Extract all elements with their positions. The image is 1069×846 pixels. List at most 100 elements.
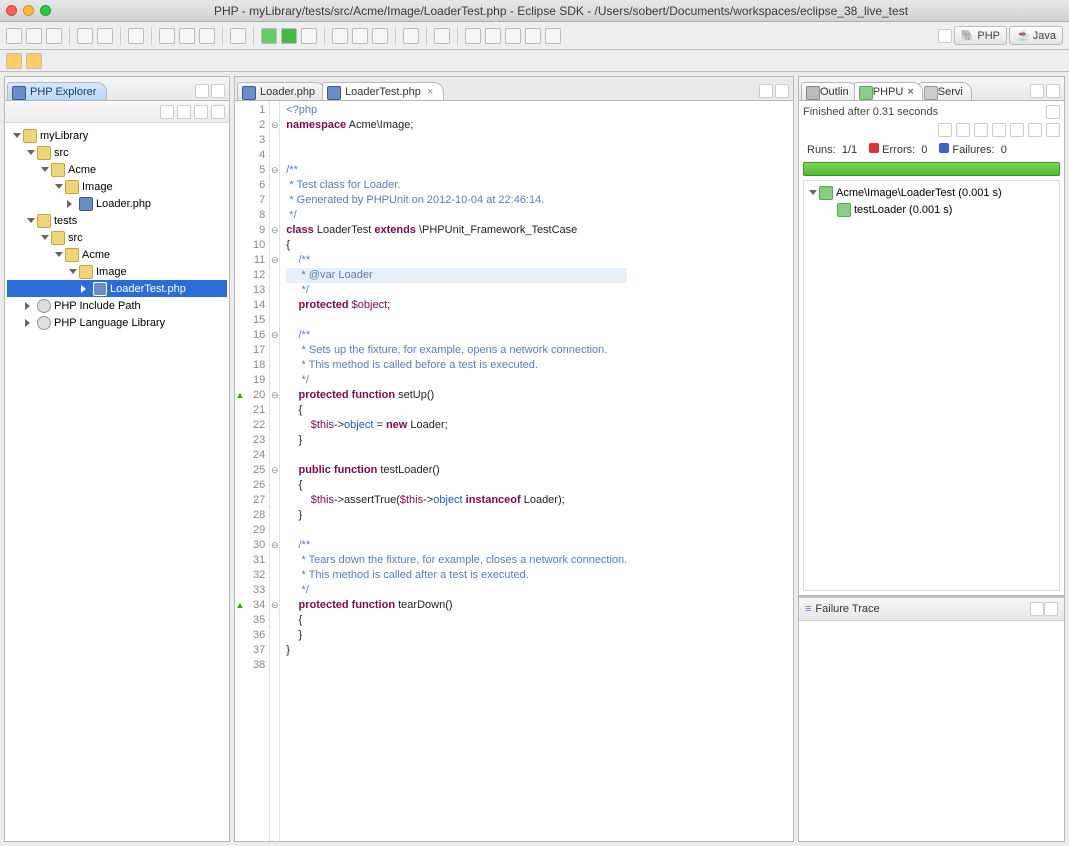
results-toolbar bbox=[803, 123, 1060, 137]
collapse-all-icon[interactable] bbox=[160, 105, 174, 119]
task3-icon[interactable] bbox=[505, 28, 521, 44]
wand-icon[interactable] bbox=[372, 28, 388, 44]
minimize-window-icon[interactable] bbox=[23, 5, 34, 16]
run-icon[interactable] bbox=[281, 28, 297, 44]
filter-trace-icon[interactable] bbox=[1044, 602, 1058, 616]
zoom-window-icon[interactable] bbox=[40, 5, 51, 16]
tree-include-path[interactable]: PHP Include Path bbox=[7, 297, 227, 314]
scroll-lock-icon[interactable] bbox=[1028, 123, 1042, 137]
filter-icon[interactable] bbox=[194, 105, 208, 119]
php-file-icon bbox=[242, 86, 256, 100]
coverage-icon[interactable] bbox=[199, 28, 215, 44]
tree-file-loader[interactable]: Loader.php bbox=[7, 195, 227, 212]
failure-trace-panel: ≡ Failure Trace bbox=[798, 596, 1065, 842]
link-editor-icon[interactable] bbox=[177, 105, 191, 119]
results-tree[interactable]: Acme\Image\LoaderTest (0.001 s) testLoad… bbox=[803, 180, 1060, 591]
tree-folder-tests-src[interactable]: src bbox=[7, 229, 227, 246]
window-controls bbox=[6, 5, 51, 16]
forward-icon[interactable] bbox=[26, 53, 42, 69]
folder-icon bbox=[37, 146, 51, 160]
test-pass-icon bbox=[837, 203, 851, 217]
explorer-toolbar bbox=[5, 101, 229, 123]
close-window-icon[interactable] bbox=[6, 5, 17, 16]
error-icon bbox=[869, 143, 879, 153]
tree-folder-tests-acme[interactable]: Acme bbox=[7, 246, 227, 263]
result-suite[interactable]: Acme\Image\LoaderTest (0.001 s) bbox=[807, 184, 1056, 201]
tree-folder-acme[interactable]: Acme bbox=[7, 161, 227, 178]
tree-folder-src[interactable]: src bbox=[7, 144, 227, 161]
explorer-tree[interactable]: myLibrary src Acme Image Loader.php test… bbox=[5, 123, 229, 841]
trace-icon: ≡ bbox=[805, 603, 811, 615]
tree-folder-tests[interactable]: tests bbox=[7, 212, 227, 229]
tree-language-library[interactable]: PHP Language Library bbox=[7, 314, 227, 331]
view-menu-icon[interactable] bbox=[1046, 105, 1060, 119]
pin-icon[interactable] bbox=[1010, 123, 1024, 137]
bug-icon[interactable] bbox=[159, 28, 175, 44]
debug-icon[interactable] bbox=[97, 28, 113, 44]
close-tab-icon[interactable]: × bbox=[427, 86, 433, 98]
task5-icon[interactable] bbox=[545, 28, 561, 44]
minimize-editor-icon[interactable] bbox=[759, 84, 773, 98]
editor-tab-loader[interactable]: Loader.php bbox=[237, 82, 326, 100]
close-view-icon[interactable]: × bbox=[907, 86, 913, 98]
tree-folder-tests-image[interactable]: Image bbox=[7, 263, 227, 280]
include-path-icon bbox=[37, 299, 51, 313]
outline-icon[interactable] bbox=[434, 28, 450, 44]
task2-icon[interactable] bbox=[485, 28, 501, 44]
minimize-view-icon[interactable] bbox=[1030, 84, 1044, 98]
code-editor[interactable]: ▲▲ 1234567891011121314151617181920212223… bbox=[235, 101, 793, 841]
compare-icon[interactable] bbox=[1030, 602, 1044, 616]
maximize-editor-icon[interactable] bbox=[775, 84, 789, 98]
save-icon[interactable] bbox=[26, 28, 42, 44]
phpunit-icon bbox=[859, 86, 873, 100]
phpunit-panel: Outlin PHPU× Servi Finished after 0.31 s… bbox=[798, 76, 1065, 596]
minimize-view-icon[interactable] bbox=[195, 84, 209, 98]
result-test[interactable]: testLoader (0.001 s) bbox=[807, 201, 1056, 218]
task4-icon[interactable] bbox=[525, 28, 541, 44]
test-status: Finished after 0.31 seconds bbox=[803, 106, 938, 118]
rerun-icon[interactable] bbox=[938, 123, 952, 137]
folder-icon bbox=[65, 180, 79, 194]
tab-phpunit[interactable]: PHPU× bbox=[854, 82, 923, 100]
editor-tab-loadertest[interactable]: LoaderTest.php× bbox=[322, 82, 444, 100]
open-folder-icon[interactable] bbox=[332, 28, 348, 44]
perspective-java[interactable]: ☕ Java bbox=[1009, 26, 1063, 45]
rerun-failed-icon[interactable] bbox=[956, 123, 970, 137]
stop-icon[interactable] bbox=[974, 123, 988, 137]
maximize-view-icon[interactable] bbox=[211, 84, 225, 98]
search-icon[interactable] bbox=[403, 28, 419, 44]
open-perspective-icon[interactable] bbox=[938, 29, 952, 43]
php-explorer-label: PHP Explorer bbox=[30, 86, 96, 98]
run-last-icon[interactable] bbox=[301, 28, 317, 44]
folder-icon bbox=[79, 265, 93, 279]
tree-folder-image[interactable]: Image bbox=[7, 178, 227, 195]
new-icon[interactable] bbox=[6, 28, 22, 44]
external-icon[interactable] bbox=[230, 28, 246, 44]
folder-icon bbox=[37, 214, 51, 228]
perspective-php[interactable]: 🐘 PHP bbox=[954, 26, 1007, 45]
php-file-icon bbox=[79, 197, 93, 211]
save-all-icon[interactable] bbox=[46, 28, 62, 44]
tab-php-explorer[interactable]: PHP Explorer bbox=[7, 82, 107, 100]
tab-outline[interactable]: Outlin bbox=[801, 82, 858, 100]
php-explorer-icon bbox=[12, 86, 26, 100]
check-icon[interactable] bbox=[128, 28, 144, 44]
tree-project[interactable]: myLibrary bbox=[7, 127, 227, 144]
tree-file-loadertest[interactable]: LoaderTest.php bbox=[7, 280, 227, 297]
folder-icon bbox=[65, 248, 79, 262]
outline-icon bbox=[806, 86, 820, 100]
back-icon[interactable] bbox=[6, 53, 22, 69]
maximize-view-icon[interactable] bbox=[1046, 84, 1060, 98]
open-type-icon[interactable] bbox=[352, 28, 368, 44]
debug-run-icon[interactable] bbox=[261, 28, 277, 44]
layout-icon[interactable] bbox=[1046, 123, 1060, 137]
window-title: PHP - myLibrary/tests/src/Acme/Image/Loa… bbox=[59, 4, 1063, 18]
profile-icon[interactable] bbox=[179, 28, 195, 44]
project-icon bbox=[23, 129, 37, 143]
task-icon[interactable] bbox=[465, 28, 481, 44]
tab-servers[interactable]: Servi bbox=[919, 82, 972, 100]
history-icon[interactable] bbox=[992, 123, 1006, 137]
window-titlebar: PHP - myLibrary/tests/src/Acme/Image/Loa… bbox=[0, 0, 1069, 22]
view-menu-icon[interactable] bbox=[211, 105, 225, 119]
build-icon[interactable] bbox=[77, 28, 93, 44]
